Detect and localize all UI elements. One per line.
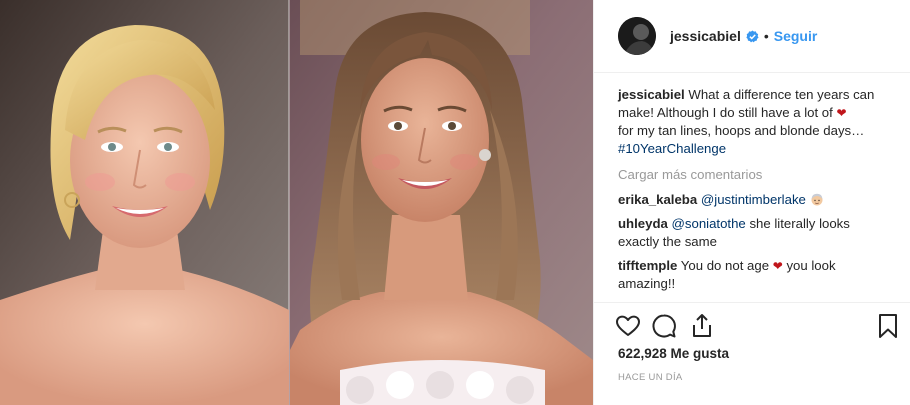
comment-mention[interactable]: @justintimberlake [701, 192, 806, 207]
comment-mention[interactable]: @soniatothe [672, 216, 746, 231]
author-avatar[interactable] [618, 17, 656, 55]
caption-text-end: for my tan lines, hoops and blonde days… [618, 123, 865, 138]
heart-outline-icon[interactable] [614, 312, 642, 340]
post-timestamp[interactable]: HACE UN DÍA [618, 372, 683, 383]
load-more-comments-link[interactable]: Cargar más comentarios [618, 166, 888, 184]
verified-badge-icon [746, 29, 759, 43]
comment-username[interactable]: tifftemple [618, 258, 677, 273]
follow-button[interactable]: Seguir [774, 28, 818, 44]
comment: uhleyda @soniatothe she literally looks … [618, 215, 888, 251]
comment-text-start: You do not age [680, 258, 770, 273]
post-header: jessicabiel • Seguir [594, 0, 910, 73]
caption-hashtag[interactable]: #10YearChallenge [618, 141, 726, 156]
caption-username[interactable]: jessicabiel [618, 87, 685, 102]
header-separator: • [763, 28, 769, 44]
post-caption: jessicabiel What a difference ten years … [618, 86, 888, 158]
old-woman-emoji-icon [810, 193, 824, 206]
actions-divider [594, 302, 910, 303]
comment-username[interactable]: uhleyda [618, 216, 668, 231]
comment-bubble-icon[interactable] [650, 312, 678, 340]
red-heart-emoji-icon: ❤ [836, 106, 847, 120]
comments-section: jessicabiel What a difference ten years … [618, 86, 888, 299]
post-photo[interactable] [0, 0, 593, 405]
share-upload-icon[interactable] [688, 312, 716, 340]
comment: erika_kaleba @justintimberlake [618, 191, 888, 209]
instagram-post: jessicabiel • Seguir jessicabiel What a … [0, 0, 910, 405]
post-side-panel: jessicabiel • Seguir jessicabiel What a … [593, 0, 910, 405]
red-heart-emoji-icon: ❤ [772, 259, 783, 273]
author-username[interactable]: jessicabiel [670, 28, 741, 44]
post-actions [616, 312, 907, 340]
post-photo-illustration [0, 0, 593, 405]
comment: tifftemple You do not age ❤ you look ama… [618, 257, 888, 293]
likes-count[interactable]: 622,928 Me gusta [618, 346, 729, 361]
comment-username[interactable]: erika_kaleba [618, 192, 697, 207]
bookmark-icon[interactable] [874, 312, 902, 340]
avatar-image [618, 17, 656, 55]
